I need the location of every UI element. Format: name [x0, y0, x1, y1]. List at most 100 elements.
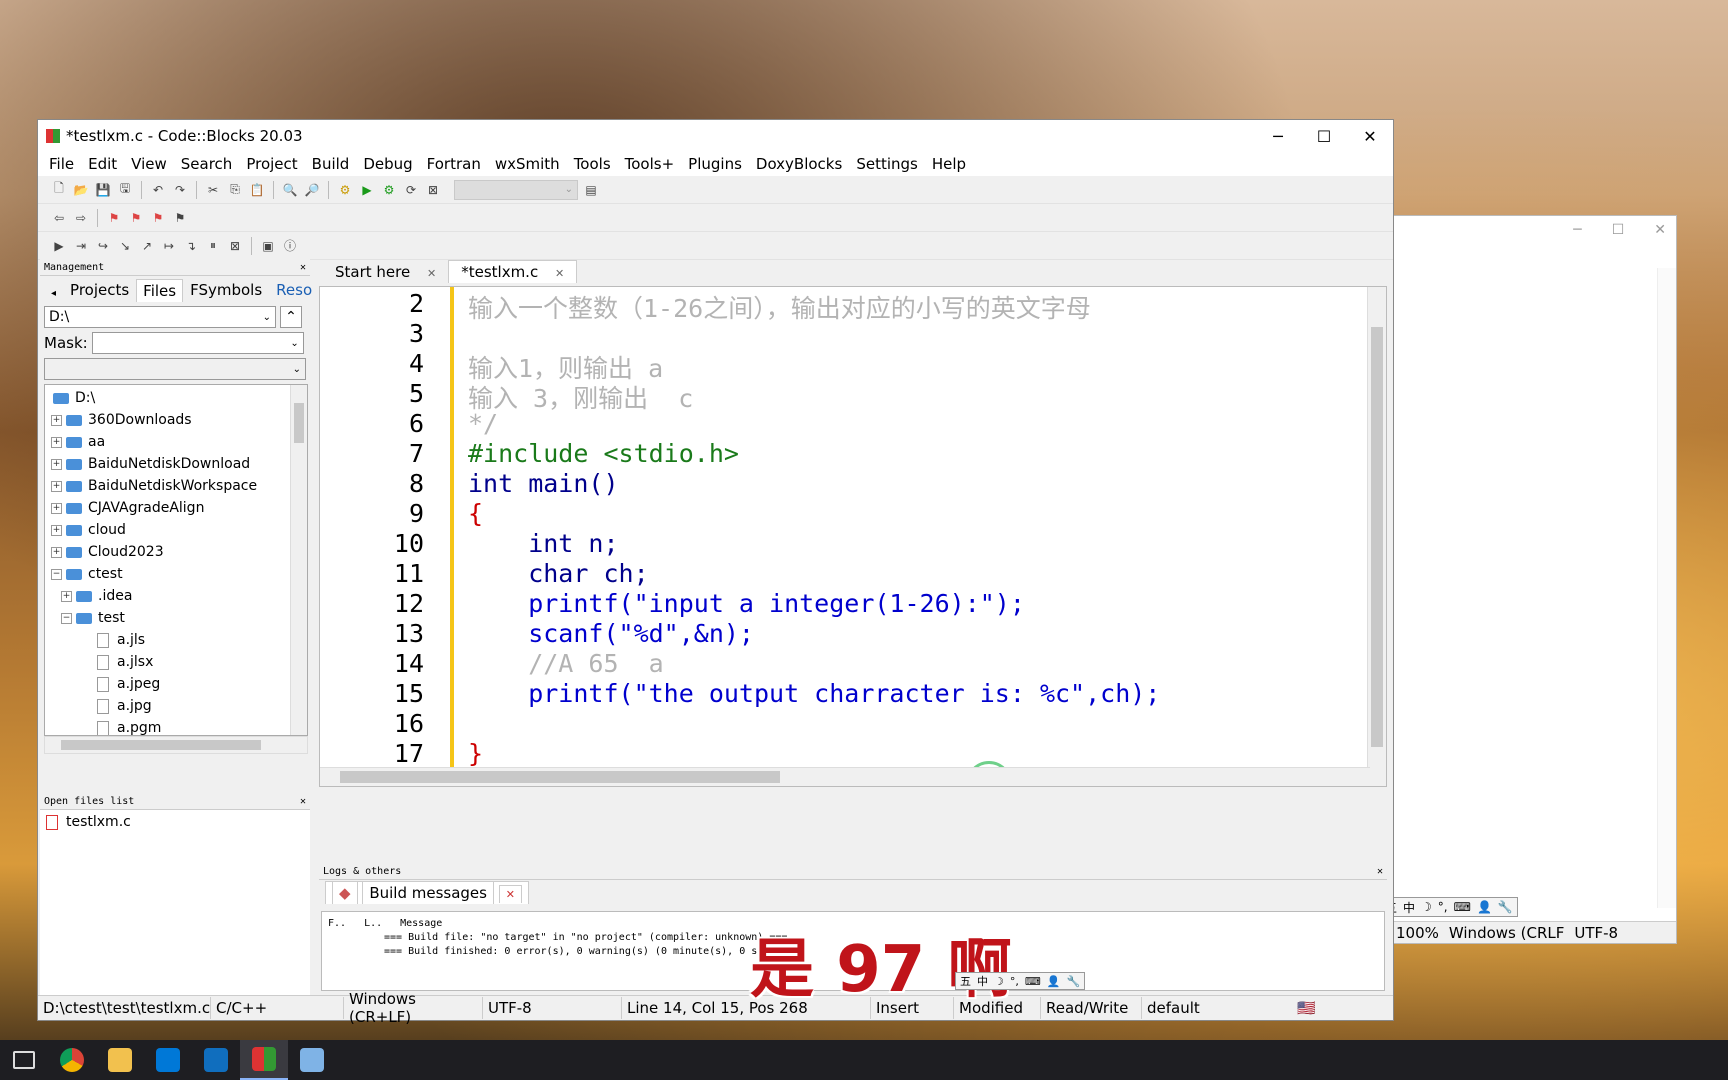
run-icon[interactable]: ▶ [358, 181, 376, 199]
code-text[interactable]: int main() [468, 469, 619, 498]
close-icon[interactable]: ✕ [300, 262, 306, 273]
moon-icon[interactable]: ☽ [994, 975, 1004, 988]
tab-projects[interactable]: Projects [63, 278, 136, 302]
vertical-scrollbar[interactable] [1657, 268, 1676, 908]
menu-doxyblocks[interactable]: DoxyBlocks [749, 155, 849, 173]
code-text[interactable]: printf("the output charracter is: %c",ch… [468, 679, 1160, 708]
menu-debug[interactable]: Debug [356, 155, 419, 173]
file-tree[interactable]: D:\ +360Downloads + aa + BaiduNetdiskDownload… [44, 384, 308, 736]
tree-item[interactable]: − test [45, 607, 307, 629]
code-line[interactable]: 11 char ch; [320, 559, 1360, 592]
code-text[interactable]: printf("input a integer(1-26):"); [468, 589, 1025, 618]
tab-files[interactable]: Files [136, 279, 184, 302]
tree-item[interactable]: + .idea [45, 585, 307, 607]
code-line[interactable]: 9{ [320, 499, 1360, 532]
rebuild-icon[interactable]: ⟳ [402, 181, 420, 199]
close-icon[interactable]: ✕ [1377, 866, 1383, 877]
undo-icon[interactable]: ↶ [149, 181, 167, 199]
code-line[interactable]: 5 输入 3，刚输出 c [320, 379, 1360, 413]
tab-start-here[interactable]: Start here ✕ [323, 261, 448, 283]
code-line[interactable]: 3 [320, 319, 1360, 352]
collapse-icon[interactable]: − [61, 612, 72, 624]
expand-icon[interactable]: + [51, 414, 62, 426]
menu-build[interactable]: Build [305, 155, 357, 173]
code-text[interactable]: } [468, 739, 483, 768]
copy-icon[interactable]: ⎘ [226, 181, 244, 199]
filter-combo[interactable]: ⌄ [44, 358, 306, 380]
keyboard-icon[interactable]: ⌨ [1025, 975, 1041, 988]
ime-icon[interactable]: 五 [960, 973, 971, 989]
find-icon[interactable]: 🔍 [281, 181, 299, 199]
code-line[interactable]: 12 printf("input a integer(1-26):"); [320, 589, 1360, 622]
tree-vertical-scrollbar[interactable] [290, 385, 307, 735]
code-editor[interactable]: 2 输入一个整数（1-26之间），输出对应的小写的英文字母 3 4 输入1，则输出 a5… [319, 286, 1387, 787]
background-window-controls[interactable]: ─ ☐ ✕ [1573, 222, 1666, 238]
open-file-item[interactable]: testlxm.c [40, 810, 310, 834]
code-text[interactable]: //A 65 a [468, 649, 663, 678]
menu-help[interactable]: Help [925, 155, 973, 173]
close-button[interactable]: ✕ [1347, 120, 1393, 152]
parent-dir-button[interactable]: ⌃ [280, 306, 302, 328]
tab-scroll-left-icon[interactable]: ◂ [44, 285, 63, 302]
user-icon[interactable]: 👤 [1477, 900, 1492, 914]
tree-item[interactable]: D:\ [45, 387, 307, 409]
notepad-icon[interactable] [288, 1040, 336, 1080]
jump-back-icon[interactable]: ⇦ [50, 209, 68, 227]
tree-item[interactable]: + Cloud2023 [45, 541, 307, 563]
expand-icon[interactable]: + [51, 436, 62, 448]
show-select-target-icon[interactable]: ▤ [582, 181, 600, 199]
tab-testlxm[interactable]: *testlxm.c ✕ [448, 260, 578, 283]
cut-icon[interactable]: ✂ [204, 181, 222, 199]
code-line[interactable]: 15 printf("the output charracter is: %c"… [320, 679, 1360, 712]
code-text[interactable]: { [468, 499, 483, 528]
column-message[interactable]: Message [400, 918, 442, 929]
tab-build-messages[interactable]: ◆ Build messages ✕ [325, 881, 529, 904]
minimize-button[interactable]: ─ [1255, 120, 1301, 152]
codeblocks-taskbar-icon[interactable] [240, 1040, 288, 1080]
task-view-icon[interactable] [0, 1040, 48, 1080]
collapse-icon[interactable]: − [51, 568, 62, 580]
maximize-button[interactable]: ☐ [1301, 120, 1347, 152]
tree-item[interactable]: + CJAVAgradeAlign [45, 497, 307, 519]
jump-forward-icon[interactable]: ⇨ [72, 209, 90, 227]
menu-settings[interactable]: Settings [849, 155, 925, 173]
expand-icon[interactable]: + [51, 546, 62, 558]
menu-edit[interactable]: Edit [81, 155, 124, 173]
code-line[interactable]: 2 输入一个整数（1-26之间），输出对应的小写的英文字母 [320, 289, 1360, 323]
column-file[interactable]: F.. [328, 918, 346, 929]
title-bar[interactable]: *testlxm.c - Code::Blocks 20.03 ─ ☐ ✕ [38, 120, 1393, 152]
abort-icon[interactable]: ⊠ [424, 181, 442, 199]
tree-item[interactable]: a.jpg [45, 695, 307, 717]
code-line[interactable]: 7 #include <stdio.h> [320, 439, 1360, 472]
code-text[interactable]: scanf("%d",&n); [468, 619, 754, 648]
code-line[interactable]: 8 int main() [320, 469, 1360, 502]
step-into-icon[interactable]: ↘ [116, 237, 134, 255]
replace-icon[interactable]: 🔎 [303, 181, 321, 199]
open-icon[interactable]: 📂 [72, 181, 90, 199]
background-window[interactable]: ─ ☐ ✕ 五 中 ☽ °, ⌨ 👤 🔧 100% Windows (CRLF … [1380, 215, 1677, 944]
expand-icon[interactable]: + [51, 480, 62, 492]
bookmark-next-icon[interactable]: ⚑ [149, 209, 167, 227]
tree-item[interactable]: a.pgm [45, 717, 307, 735]
tab-fsymbols[interactable]: FSymbols [183, 278, 269, 302]
save-icon[interactable]: 💾 [94, 181, 112, 199]
tree-item[interactable]: + cloud [45, 519, 307, 541]
tree-item[interactable]: + BaiduNetdiskDownload [45, 453, 307, 475]
new-file-icon[interactable]: 🗋 [50, 181, 68, 199]
menu-fortran[interactable]: Fortran [420, 155, 488, 173]
code-line[interactable]: 6 */ [320, 409, 1360, 442]
chrome-icon[interactable] [48, 1040, 96, 1080]
expand-icon[interactable]: + [61, 590, 72, 602]
moon-icon[interactable]: ☽ [1421, 900, 1432, 914]
paste-icon[interactable]: 📋 [248, 181, 266, 199]
mask-combo[interactable]: ⌄ [91, 332, 304, 354]
bookmark-prev-icon[interactable]: ⚑ [127, 209, 145, 227]
run-to-cursor-icon[interactable]: ⇥ [72, 237, 90, 255]
punctuation-icon[interactable]: °, [1010, 975, 1019, 988]
pause-icon[interactable]: ⏸ [204, 237, 222, 255]
ime-toolbar[interactable]: 五 中 ☽ °, ⌨ 👤 🔧 [1380, 897, 1518, 917]
step-into-instruction-icon[interactable]: ↴ [182, 237, 200, 255]
bookmark-clear-icon[interactable]: ⚑ [171, 209, 189, 227]
build-run-icon[interactable]: ⚙ [380, 181, 398, 199]
code-line[interactable]: 13 scanf("%d",&n); [320, 619, 1360, 652]
